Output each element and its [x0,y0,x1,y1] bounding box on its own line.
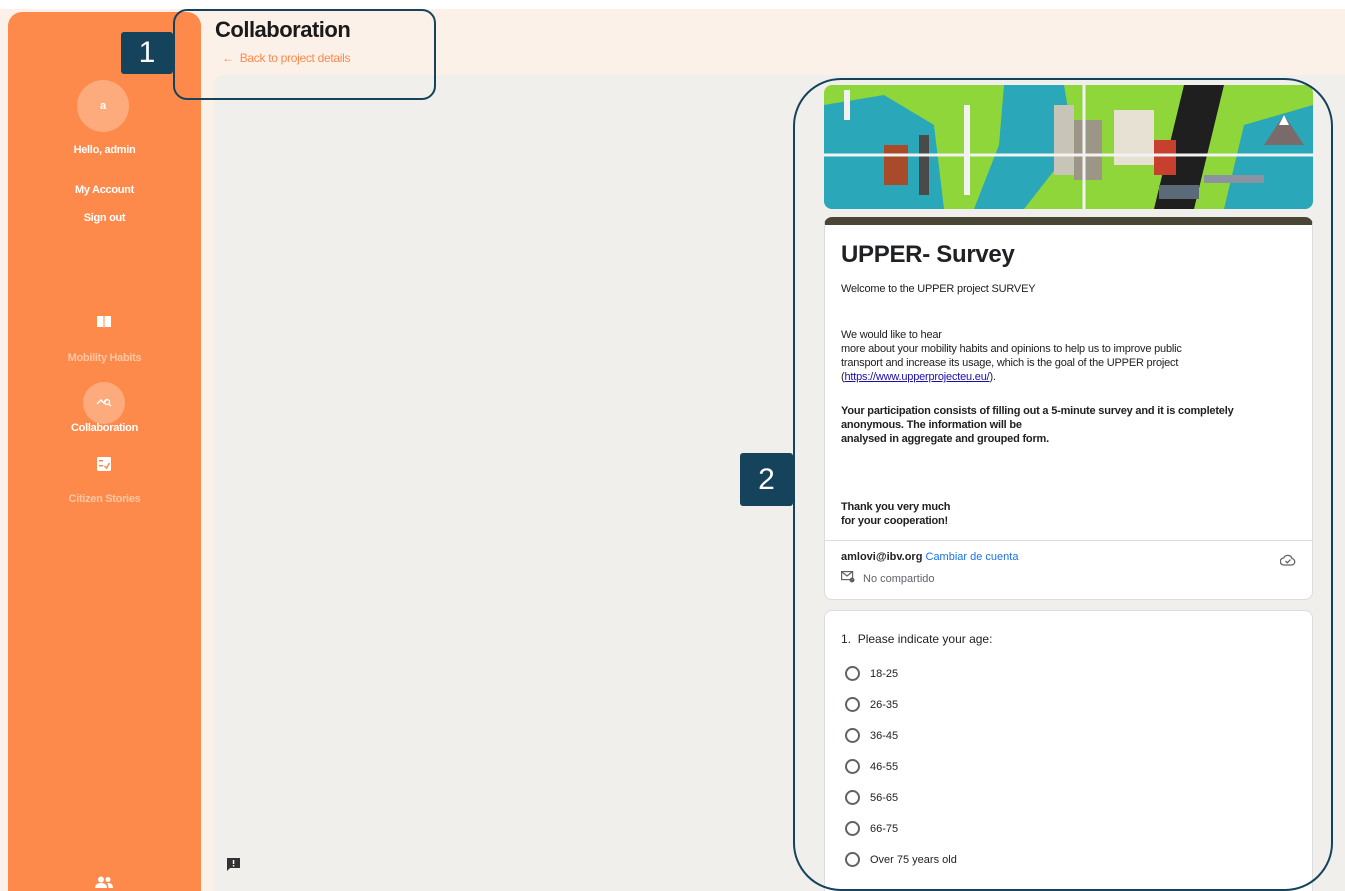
sidebar: a Hello, admin My Account Sign out Mobil… [8,12,201,891]
sign-out-link[interactable]: Sign out [8,212,201,224]
chart-search-icon [96,394,112,413]
users-icon[interactable] [92,872,116,891]
sidebar-item-mobility-habits[interactable]: Mobility Habits [8,352,201,364]
book-icon[interactable] [92,312,116,332]
callout-box-2 [793,78,1333,891]
avatar[interactable]: a [77,80,129,132]
callout-badge-2: 2 [740,453,793,506]
checklist-icon[interactable] [92,454,116,474]
feedback-icon[interactable] [226,857,241,877]
sidebar-item-citizen-stories[interactable]: Citizen Stories [8,493,201,505]
my-account-link[interactable]: My Account [8,184,201,196]
top-bar [0,0,1345,9]
greeting-text: Hello, admin [73,144,136,156]
sidebar-item-collaboration[interactable]: Collaboration [8,422,201,434]
callout-badge-1: 1 [121,32,173,74]
sidebar-item-collaboration-icon-wrap[interactable] [83,382,125,424]
callout-box-1 [173,9,436,100]
